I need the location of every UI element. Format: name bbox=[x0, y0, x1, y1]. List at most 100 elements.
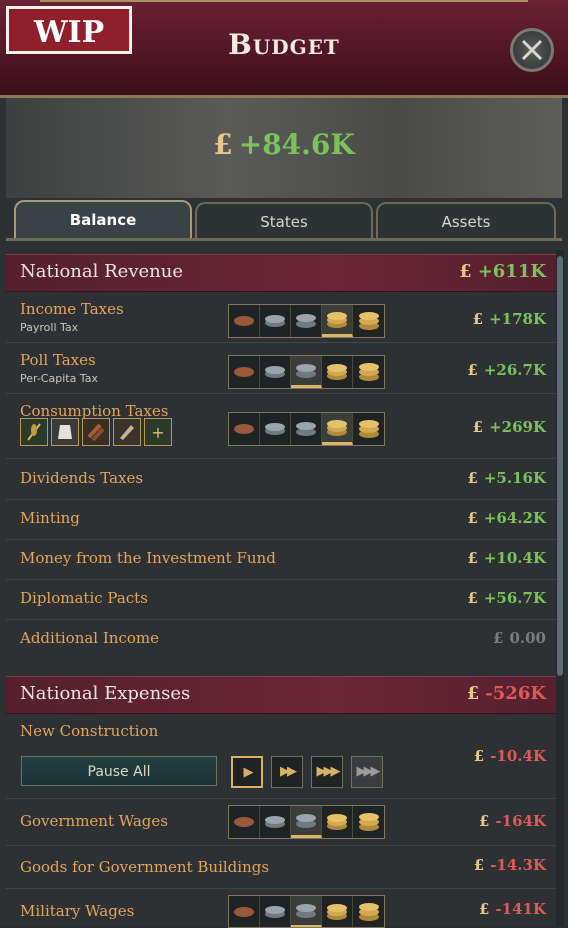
revenue-header[interactable]: National Revenue £ +611K bbox=[6, 254, 556, 292]
balance-total: £ +84.6K bbox=[6, 128, 562, 161]
level-very-high[interactable] bbox=[353, 356, 384, 388]
expenses-title: National Expenses bbox=[20, 683, 191, 704]
level-medium[interactable] bbox=[291, 806, 322, 838]
level-very-low[interactable] bbox=[229, 413, 260, 445]
currency-symbol: £ bbox=[466, 683, 480, 704]
row-amount: £ +178K bbox=[472, 310, 546, 328]
level-medium[interactable] bbox=[291, 305, 322, 337]
level-very-high[interactable] bbox=[353, 305, 384, 337]
currency-symbol: £ bbox=[473, 747, 485, 765]
wage-level-selector[interactable] bbox=[228, 805, 385, 839]
level-very-high[interactable] bbox=[353, 806, 384, 838]
row-label: Government Wages bbox=[20, 812, 168, 830]
speed-max-button[interactable]: ▶▶▶ bbox=[351, 756, 383, 788]
revenue-row-poll-taxes: Poll Taxes Per-Capita Tax £ +26.7K bbox=[6, 343, 556, 394]
currency-symbol: £ bbox=[478, 900, 490, 918]
wood-icon[interactable] bbox=[82, 418, 110, 446]
grain-icon[interactable] bbox=[20, 418, 48, 446]
add-icon[interactable]: + bbox=[144, 418, 172, 446]
revenue-title: National Revenue bbox=[20, 261, 183, 282]
row-label: Income Taxes bbox=[20, 300, 124, 318]
level-very-low[interactable] bbox=[229, 356, 260, 388]
revenue-row-minting: Minting £ +64.2K bbox=[6, 499, 556, 540]
tab-divider bbox=[6, 238, 562, 241]
tax-level-selector[interactable] bbox=[228, 412, 385, 446]
scrollbar[interactable] bbox=[556, 250, 564, 926]
row-label: Additional Income bbox=[20, 629, 159, 647]
row-label: Money from the Investment Fund bbox=[20, 549, 276, 567]
currency-symbol: £ bbox=[472, 418, 484, 436]
row-label: Minting bbox=[20, 509, 80, 527]
level-high[interactable] bbox=[322, 305, 353, 337]
tab-assets[interactable]: Assets bbox=[376, 202, 556, 238]
tax-level-selector[interactable] bbox=[228, 355, 385, 389]
level-medium[interactable] bbox=[291, 896, 322, 927]
level-low[interactable] bbox=[260, 806, 291, 838]
row-amount: £ +64.2K bbox=[467, 509, 546, 527]
close-button[interactable] bbox=[510, 28, 554, 72]
row-sublabel: Per-Capita Tax bbox=[20, 372, 98, 385]
row-amount: £ +5.16K bbox=[467, 469, 546, 487]
level-medium[interactable] bbox=[291, 356, 322, 388]
budget-panel: Budget WIP £ +84.6K Balance States Assets… bbox=[0, 0, 568, 928]
currency-symbol: £ bbox=[467, 361, 478, 379]
clothes-icon[interactable] bbox=[51, 418, 79, 446]
tax-level-selector[interactable] bbox=[228, 304, 385, 338]
level-high[interactable] bbox=[322, 356, 353, 388]
revenue-row-diplomatic-pacts: Diplomatic Pacts £ +56.7K bbox=[6, 579, 556, 620]
level-very-high[interactable] bbox=[353, 896, 384, 927]
row-label: Dividends Taxes bbox=[20, 469, 144, 487]
tab-states[interactable]: States bbox=[195, 202, 373, 238]
paper-icon[interactable] bbox=[113, 418, 141, 446]
level-very-low[interactable] bbox=[229, 305, 260, 337]
level-low[interactable] bbox=[260, 305, 291, 337]
row-label: Diplomatic Pacts bbox=[20, 589, 148, 607]
level-very-low[interactable] bbox=[229, 896, 260, 927]
wip-badge: WIP bbox=[6, 6, 132, 54]
row-amount: £ +10.4K bbox=[467, 549, 546, 567]
row-label: Military Wages bbox=[20, 902, 135, 920]
currency-symbol: £ bbox=[459, 261, 472, 282]
balance-total-value: +84.6K bbox=[238, 128, 355, 161]
row-label: Goods for Government Buildings bbox=[20, 858, 270, 876]
revenue-row-dividends-taxes: Dividends Taxes £ +5.16K bbox=[6, 459, 556, 500]
row-amount: £ +26.7K bbox=[467, 361, 546, 379]
currency-symbol: £ bbox=[467, 469, 478, 487]
revenue-row-consumption-taxes: Consumption Taxes + £ +269K bbox=[6, 394, 556, 459]
speed-1-button[interactable]: ▶ bbox=[231, 756, 263, 788]
level-very-low[interactable] bbox=[229, 806, 260, 838]
balance-summary: £ +84.6K bbox=[6, 98, 562, 198]
level-low[interactable] bbox=[260, 413, 291, 445]
currency-symbol: £ bbox=[467, 549, 478, 567]
currency-symbol: £ bbox=[467, 589, 478, 607]
level-high[interactable] bbox=[322, 413, 353, 445]
row-label: New Construction bbox=[20, 722, 159, 740]
scrollbar-thumb[interactable] bbox=[557, 256, 563, 676]
revenue-row-investment-fund: Money from the Investment Fund £ +10.4K bbox=[6, 539, 556, 580]
level-high[interactable] bbox=[322, 806, 353, 838]
speed-2-button[interactable]: ▶▶ bbox=[271, 756, 303, 788]
level-low[interactable] bbox=[260, 356, 291, 388]
row-amount: £0.00 bbox=[493, 629, 546, 647]
taxed-goods: + bbox=[20, 418, 172, 446]
pause-all-button[interactable]: Pause All bbox=[21, 756, 217, 786]
currency-symbol: £ bbox=[467, 509, 478, 527]
currency-symbol: £ bbox=[472, 310, 484, 328]
revenue-row-income-taxes: Income Taxes Payroll Tax £ +178K bbox=[6, 292, 556, 343]
level-high[interactable] bbox=[322, 896, 353, 927]
row-label: Poll Taxes bbox=[20, 351, 96, 369]
speed-3-button[interactable]: ▶▶▶ bbox=[311, 756, 343, 788]
level-medium[interactable] bbox=[291, 413, 322, 445]
level-low[interactable] bbox=[260, 896, 291, 927]
revenue-total: £ +611K bbox=[459, 261, 546, 282]
expense-row-new-construction: New Construction Pause All ▶ ▶▶ ▶▶▶ ▶▶▶ … bbox=[6, 714, 556, 799]
tab-balance[interactable]: Balance bbox=[14, 200, 192, 240]
expenses-header[interactable]: National Expenses £ -526K bbox=[6, 676, 556, 714]
row-amount: £ -164K bbox=[478, 812, 546, 830]
level-very-high[interactable] bbox=[353, 413, 384, 445]
currency-symbol: £ bbox=[478, 812, 490, 830]
wage-level-selector[interactable] bbox=[228, 895, 385, 928]
expense-row-government-wages: Government Wages £ -164K bbox=[6, 799, 556, 846]
row-amount: £ +269K bbox=[472, 418, 546, 436]
currency-symbol: £ bbox=[213, 128, 233, 161]
